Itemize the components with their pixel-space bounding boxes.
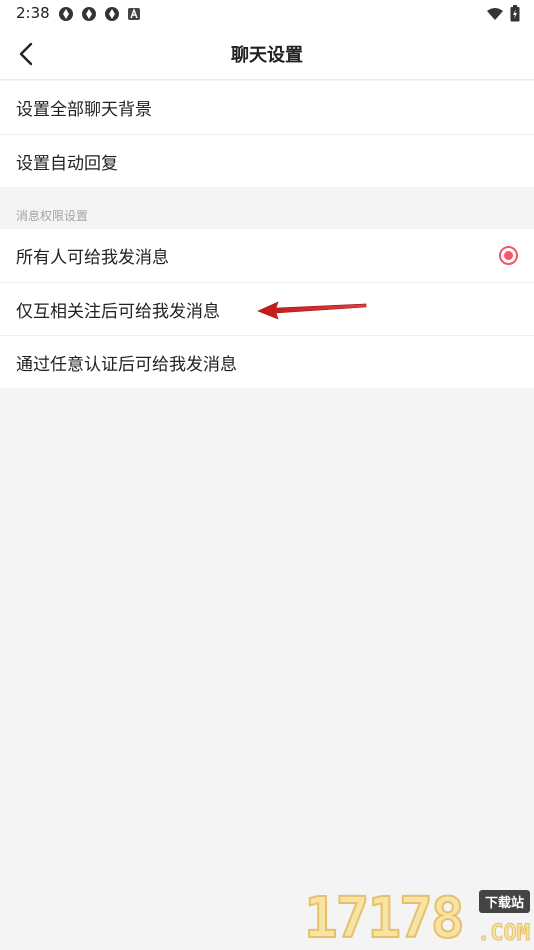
chat-background-label: 设置全部聊天背景 (16, 100, 152, 120)
notification-icon (105, 7, 119, 21)
option-verified[interactable]: 通过任意认证后可给我发消息 (0, 335, 534, 388)
settings-group: 设置全部聊天背景 设置自动回复 (0, 81, 534, 187)
status-icons-left (58, 6, 141, 22)
notification-icon (82, 7, 96, 21)
status-icons-right (486, 5, 520, 22)
option-everyone-label: 所有人可给我发消息 (16, 248, 169, 268)
radio-selected[interactable] (499, 246, 518, 265)
chat-background-item[interactable]: 设置全部聊天背景 (0, 81, 534, 134)
option-verified-label: 通过任意认证后可给我发消息 (16, 354, 237, 375)
page-title: 聊天设置 (231, 45, 303, 66)
a-badge-icon (128, 8, 140, 20)
option-mutual-follow-label: 仅互相关注后可给我发消息 (16, 301, 220, 322)
battery-icon (510, 5, 520, 22)
title-bar: 聊天设置 (0, 28, 534, 80)
status-bar: 2:38 (0, 0, 534, 28)
section-header: 消息权限设置 (16, 209, 89, 223)
wifi-icon (487, 7, 503, 20)
watermark-suffix: .COM (477, 921, 531, 947)
status-time: 2:38 (16, 4, 50, 22)
red-arrow-annotation (257, 301, 367, 320)
auto-reply-label: 设置自动回复 (16, 153, 118, 174)
option-everyone[interactable]: 所有人可给我发消息 (0, 229, 534, 282)
radio-dot (504, 251, 513, 260)
auto-reply-item[interactable]: 设置自动回复 (0, 134, 534, 187)
watermark-logo: 17178 下载站 .COM (303, 886, 531, 950)
watermark-digits: 17178 (303, 886, 466, 950)
notification-icon (59, 7, 73, 21)
watermark-badge: 下载站 (478, 890, 530, 913)
